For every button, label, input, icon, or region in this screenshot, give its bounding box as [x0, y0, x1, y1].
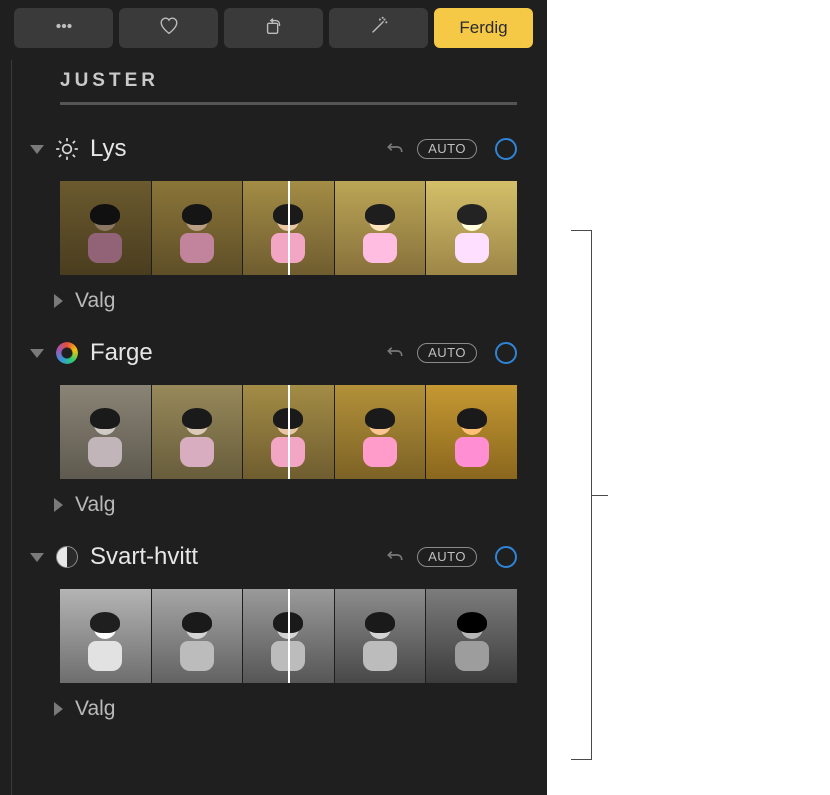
- undo-icon: [385, 341, 405, 366]
- section-color-title: Farge: [90, 339, 153, 367]
- section-bw-title: Svart-hvitt: [90, 543, 198, 571]
- editor-toolbar: Ferdig: [0, 0, 547, 58]
- options-bw-disclosure[interactable]: [54, 702, 63, 716]
- thumb: [425, 589, 517, 683]
- undo-light-button[interactable]: [385, 137, 405, 162]
- options-color-disclosure[interactable]: [54, 498, 63, 512]
- thumb: [425, 181, 517, 275]
- disclosure-bw[interactable]: [30, 553, 44, 562]
- status-color-toggle[interactable]: [495, 342, 517, 364]
- thumb: [334, 385, 426, 479]
- undo-icon: [385, 137, 405, 162]
- color-icon: [54, 340, 80, 366]
- light-icon: [54, 136, 80, 162]
- ellipsis-icon: [53, 15, 75, 42]
- disclosure-color[interactable]: [30, 349, 44, 358]
- auto-bw-button[interactable]: AUTO: [417, 547, 477, 567]
- done-button[interactable]: Ferdig: [434, 8, 533, 48]
- bw-icon: [54, 544, 80, 570]
- adjust-content: JUSTER Lys AUTO: [0, 58, 547, 721]
- more-button[interactable]: [14, 8, 113, 48]
- thumb: [151, 181, 243, 275]
- rotate-button[interactable]: [224, 8, 323, 48]
- section-bw: Svart-hvitt AUTO Valg: [60, 543, 517, 721]
- thumb: [334, 181, 426, 275]
- thumb: [425, 385, 517, 479]
- section-light: Lys AUTO Valg: [60, 135, 517, 313]
- thumb: [151, 385, 243, 479]
- rotate-icon: [263, 15, 285, 42]
- section-light-title: Lys: [90, 135, 126, 163]
- slider-marker: [288, 589, 290, 683]
- options-light-disclosure[interactable]: [54, 294, 63, 308]
- adjust-heading: JUSTER: [60, 70, 517, 105]
- undo-color-button[interactable]: [385, 341, 405, 366]
- thumb: [60, 589, 151, 683]
- thumb: [151, 589, 243, 683]
- status-light-toggle[interactable]: [495, 138, 517, 160]
- callout-bracket: [552, 230, 592, 760]
- slider-marker: [288, 385, 290, 479]
- done-button-label: Ferdig: [459, 18, 507, 38]
- color-slider[interactable]: [60, 385, 517, 479]
- bw-slider[interactable]: [60, 589, 517, 683]
- wand-icon: [368, 15, 390, 42]
- auto-enhance-button[interactable]: [329, 8, 428, 48]
- adjust-panel: Ferdig JUSTER Lys AUTO: [0, 0, 547, 795]
- undo-bw-button[interactable]: [385, 545, 405, 570]
- undo-icon: [385, 545, 405, 570]
- side-track: [11, 60, 13, 795]
- thumb: [60, 181, 151, 275]
- disclosure-light[interactable]: [30, 145, 44, 154]
- options-bw-label: Valg: [75, 697, 115, 721]
- auto-color-button[interactable]: AUTO: [417, 343, 477, 363]
- options-color-label: Valg: [75, 493, 115, 517]
- thumb: [334, 589, 426, 683]
- auto-light-button[interactable]: AUTO: [417, 139, 477, 159]
- slider-marker: [288, 181, 290, 275]
- thumb: [60, 385, 151, 479]
- options-light-label: Valg: [75, 289, 115, 313]
- light-slider[interactable]: [60, 181, 517, 275]
- heart-icon: [158, 15, 180, 42]
- favorite-button[interactable]: [119, 8, 218, 48]
- section-color: Farge AUTO Valg: [60, 339, 517, 517]
- status-bw-toggle[interactable]: [495, 546, 517, 568]
